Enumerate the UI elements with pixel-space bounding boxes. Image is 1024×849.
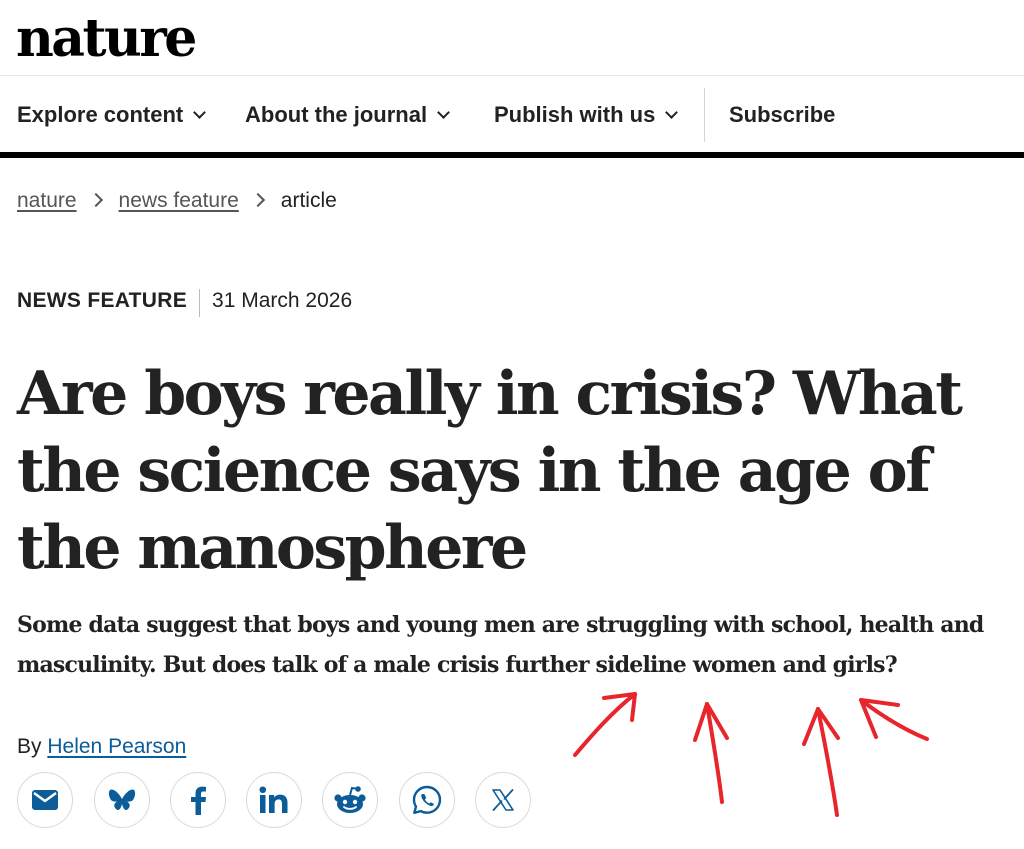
reddit-icon: [333, 785, 367, 815]
nav-explore-content[interactable]: Explore content: [17, 88, 207, 142]
article-standfirst: Some data suggest that boys and young me…: [17, 612, 984, 678]
main-nav: Explore content About the journal Publis…: [0, 88, 1024, 142]
header-divider: [0, 75, 1024, 76]
email-icon: [31, 789, 59, 811]
share-bluesky-button[interactable]: [94, 772, 150, 828]
author-link[interactable]: Helen Pearson: [47, 735, 186, 758]
chevron-down-icon: [665, 106, 679, 119]
header-rule: [0, 152, 1024, 158]
byline: By Helen Pearson: [17, 732, 186, 762]
nav-publish-with-us-label: Publish with us: [494, 102, 656, 127]
arrow-annotation: [859, 698, 929, 741]
breadcrumb-link-nature[interactable]: nature: [17, 189, 77, 212]
breadcrumb-link-news-feature[interactable]: news feature: [119, 189, 239, 212]
publish-date: 31 March 2026: [212, 289, 353, 312]
bluesky-icon: [108, 787, 136, 813]
arrow-annotation: [802, 707, 840, 817]
x-icon: [491, 788, 515, 812]
share-facebook-button[interactable]: [170, 772, 226, 828]
linkedin-icon: [259, 786, 289, 814]
nav-subscribe[interactable]: Subscribe: [729, 88, 835, 142]
share-linkedin-button[interactable]: [246, 772, 302, 828]
arrow-annotation: [573, 692, 637, 757]
article-meta: NEWS FEATURE 31 March 2026: [17, 286, 353, 317]
byline-prefix: By: [17, 735, 42, 758]
share-x-button[interactable]: [475, 772, 531, 828]
meta-divider: [199, 288, 201, 317]
article-type: NEWS FEATURE: [17, 289, 188, 312]
nav-about-journal[interactable]: About the journal: [245, 88, 450, 142]
chevron-right-icon: [88, 192, 103, 208]
share-whatsapp-button[interactable]: [399, 772, 455, 828]
article-title: Are boys really in crisis? What the scie…: [17, 359, 963, 583]
nav-divider: [704, 88, 705, 142]
nav-about-journal-label: About the journal: [245, 102, 428, 127]
chevron-down-icon: [193, 106, 207, 119]
chevron-right-icon: [250, 192, 265, 208]
facebook-icon: [188, 785, 208, 815]
nav-explore-content-label: Explore content: [17, 102, 184, 127]
nav-subscribe-label: Subscribe: [729, 102, 836, 127]
share-email-button[interactable]: [17, 772, 73, 828]
arrow-annotation: [693, 702, 729, 804]
breadcrumb-current: article: [280, 189, 337, 212]
nature-logo[interactable]: nature: [16, 4, 197, 74]
nav-publish-with-us[interactable]: Publish with us: [494, 88, 679, 142]
whatsapp-icon: [411, 784, 443, 816]
breadcrumb: nature news feature article: [17, 186, 337, 216]
chevron-down-icon: [437, 106, 450, 119]
share-reddit-button[interactable]: [322, 772, 378, 828]
